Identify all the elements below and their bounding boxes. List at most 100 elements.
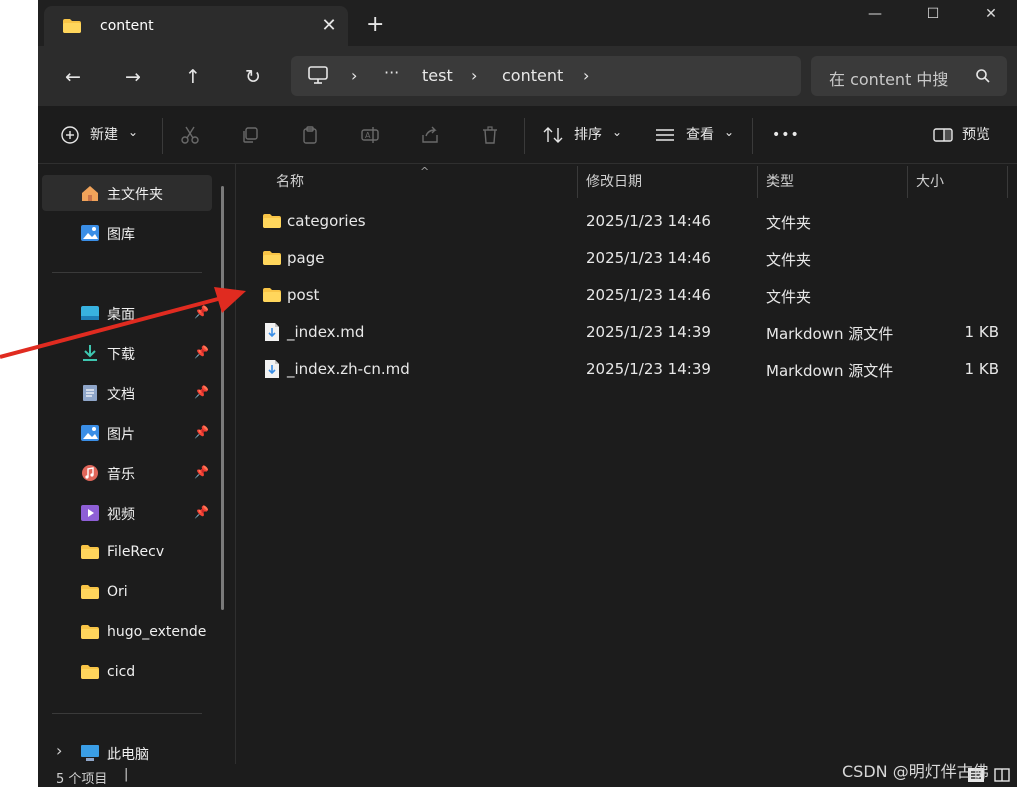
column-header-size[interactable]: 大小 <box>916 164 944 200</box>
column-divider[interactable] <box>1007 166 1008 198</box>
new-button[interactable]: 新建 ⌄ <box>60 120 140 150</box>
folder-icon <box>80 544 100 560</box>
sidebar-scrollbar[interactable] <box>221 186 224 610</box>
navigation-pane: 主文件夹 图库 桌面 📌 下载 📌 文档 📌 图片 📌 音乐 📌 视频 📌 Fi… <box>38 164 234 764</box>
file-size: 1 KB <box>964 360 999 378</box>
document-icon <box>80 384 100 402</box>
tab-close-icon[interactable]: ✕ <box>318 15 340 37</box>
up-button[interactable]: ↑ <box>178 62 208 92</box>
markdown-file-icon <box>264 359 280 379</box>
cut-icon[interactable] <box>180 125 200 155</box>
divider <box>162 118 163 154</box>
sort-button[interactable]: 排序 ⌄ <box>542 120 622 150</box>
preview-button[interactable]: 预览 <box>932 120 1002 150</box>
column-header-modified[interactable]: 修改日期 <box>586 164 642 200</box>
forward-button[interactable]: → <box>118 62 148 92</box>
plus-circle-icon <box>60 125 80 145</box>
file-name: post <box>287 286 320 304</box>
file-modified: 2025/1/23 14:39 <box>586 360 711 378</box>
file-row[interactable]: post 2025/1/23 14:46 文件夹 <box>236 277 1017 313</box>
sidebar-item-cicd[interactable]: cicd <box>42 655 212 691</box>
chevron-down-icon: ⌄ <box>612 125 623 139</box>
sidebar-item-filerecv[interactable]: FileRecv <box>42 535 212 571</box>
breadcrumb-separator[interactable]: › <box>471 66 477 85</box>
more-options-button[interactable]: ••• <box>772 120 800 150</box>
refresh-button[interactable]: ↻ <box>238 62 268 92</box>
file-modified: 2025/1/23 14:46 <box>586 286 711 304</box>
sidebar-item-gallery[interactable]: 图库 <box>42 215 212 251</box>
maximize-button[interactable]: ☐ <box>904 0 962 30</box>
file-row[interactable]: _index.md 2025/1/23 14:39 Markdown 源文件 1… <box>236 314 1017 350</box>
preview-label: 预览 <box>962 127 990 143</box>
file-size: 1 KB <box>964 323 999 341</box>
computer-icon <box>307 65 329 85</box>
pin-icon[interactable]: 📌 <box>194 385 209 399</box>
breadcrumb-separator[interactable]: › <box>351 66 357 85</box>
breadcrumb-more[interactable]: ··· <box>384 63 399 82</box>
pin-icon[interactable]: 📌 <box>194 505 209 519</box>
file-type: 文件夹 <box>766 251 812 269</box>
tab-content[interactable]: content ✕ <box>44 6 348 46</box>
breadcrumb-separator[interactable]: › <box>583 66 589 85</box>
folder-icon <box>262 250 282 266</box>
sidebar-item-hugo-extended[interactable]: hugo_extende <box>42 615 212 651</box>
address-bar[interactable]: › ··· test › content › <box>291 56 801 96</box>
sidebar-item-videos[interactable]: 视频 📌 <box>42 495 212 531</box>
file-name: page <box>287 249 325 267</box>
sidebar-item-label: 视频 <box>107 507 135 523</box>
column-divider[interactable] <box>757 166 758 198</box>
sidebar-item-documents[interactable]: 文档 📌 <box>42 375 212 411</box>
divider <box>524 118 525 154</box>
back-button[interactable]: ← <box>58 62 88 92</box>
view-label: 查看 <box>686 127 714 143</box>
pin-icon[interactable]: 📌 <box>194 425 209 439</box>
close-window-button[interactable]: ✕ <box>962 0 1017 30</box>
markdown-file-icon <box>264 322 280 342</box>
search-icon[interactable] <box>975 68 991 84</box>
status-separator: | <box>124 767 129 782</box>
breadcrumb-content[interactable]: content <box>502 66 563 85</box>
file-explorer-window: content ✕ + — ☐ ✕ ← → ↑ ↻ › ··· test › c… <box>38 0 1017 787</box>
column-header-type[interactable]: 类型 <box>766 164 794 200</box>
file-row[interactable]: _index.zh-cn.md 2025/1/23 14:39 Markdown… <box>236 351 1017 387</box>
sidebar-item-home[interactable]: 主文件夹 <box>42 175 212 211</box>
sidebar-item-pictures[interactable]: 图片 📌 <box>42 415 212 451</box>
music-icon <box>80 464 100 482</box>
folder-icon <box>80 624 100 640</box>
sidebar-item-label: 图片 <box>107 427 135 443</box>
new-tab-button[interactable]: + <box>366 14 384 36</box>
column-header-name[interactable]: 名称 <box>276 164 304 200</box>
search-box[interactable]: 在 content 中搜 <box>811 56 1007 96</box>
tiles-view-icon[interactable] <box>994 768 1010 782</box>
folder-icon <box>80 664 100 680</box>
sidebar-item-music[interactable]: 音乐 📌 <box>42 455 212 491</box>
sort-label: 排序 <box>574 127 602 143</box>
file-name: _index.md <box>287 323 365 341</box>
sort-ascending-icon: ^ <box>420 165 430 178</box>
annotation-arrow-icon <box>0 287 246 359</box>
file-row[interactable]: categories 2025/1/23 14:46 文件夹 <box>236 203 1017 239</box>
breadcrumb-test[interactable]: test <box>422 66 453 85</box>
file-name: _index.zh-cn.md <box>287 360 410 378</box>
delete-icon[interactable] <box>480 125 500 155</box>
column-divider[interactable] <box>577 166 578 198</box>
view-button[interactable]: 查看 ⌄ <box>654 120 736 150</box>
file-row[interactable]: page 2025/1/23 14:46 文件夹 <box>236 240 1017 276</box>
file-name: categories <box>287 212 366 230</box>
sidebar-item-label: 文档 <box>107 387 135 403</box>
pin-icon[interactable]: 📌 <box>194 465 209 479</box>
paste-icon[interactable] <box>300 125 320 155</box>
share-icon[interactable] <box>420 125 440 155</box>
search-placeholder: 在 content 中搜 <box>829 70 949 89</box>
command-bar: 新建 ⌄ A 排序 ⌄ 查看 ⌄ ••• 预览 <box>38 106 1017 164</box>
divider <box>52 272 202 273</box>
copy-icon[interactable] <box>240 125 260 155</box>
sidebar-item-ori[interactable]: Ori <box>42 575 212 611</box>
file-modified: 2025/1/23 14:46 <box>586 212 711 230</box>
column-divider[interactable] <box>907 166 908 198</box>
rename-icon[interactable]: A <box>360 125 380 155</box>
expand-chevron-icon[interactable]: › <box>56 741 62 760</box>
minimize-button[interactable]: — <box>846 0 904 30</box>
folder-icon <box>262 287 282 303</box>
sidebar-item-label: FileRecv <box>107 544 165 560</box>
